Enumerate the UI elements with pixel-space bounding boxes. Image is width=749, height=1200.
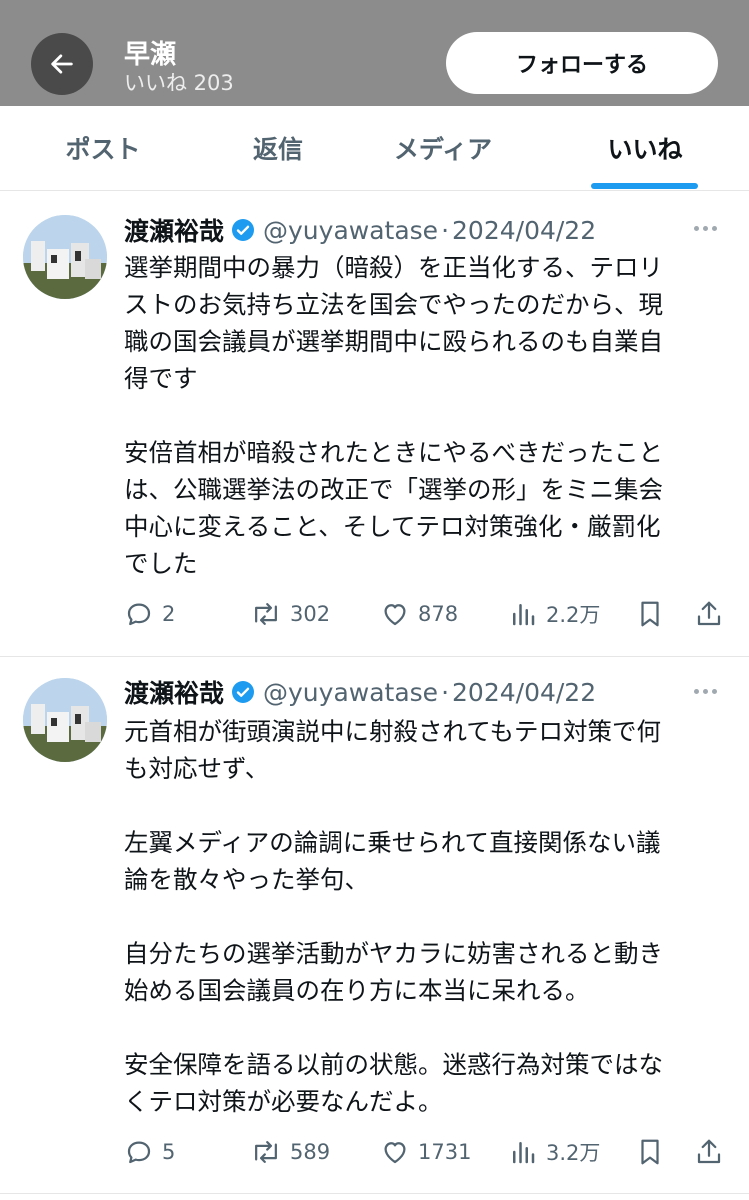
repost-icon: [255, 603, 277, 625]
post-line: 中心に変えること、そしてテロ対策強化・厳罰化: [124, 512, 661, 541]
author-name[interactable]: 渡瀬裕哉: [124, 212, 224, 248]
tab-likes[interactable]: いいね: [570, 106, 720, 190]
post-line: 元首相が街頭演説中に射殺されてもテロ対策で何: [124, 717, 662, 746]
meta-separator: ·: [441, 215, 450, 245]
post-line: 自分たちの選挙活動がヤカラに妨害されると動き: [124, 939, 663, 968]
post-line: 選挙期間中の暴力（暗殺）を正当化する、テロリ: [124, 253, 663, 282]
post-line: 始める国会議員の在り方に本当に呆れる。: [124, 976, 590, 1005]
avatar-image: [23, 678, 107, 762]
post-meta: 渡瀬裕哉 @yuyawatase · 2024/04/22: [124, 674, 596, 710]
share-button[interactable]: [694, 1132, 724, 1172]
reply-icon: [127, 603, 151, 626]
post-line: 職の国会議員が選挙期間中に殴られるのも自業自: [124, 327, 663, 356]
avatar[interactable]: [23, 215, 107, 299]
post-line: でした: [124, 549, 198, 578]
repost-count: 589: [290, 1140, 331, 1164]
profile-tabs: ポスト 返信 メディア いいね: [0, 106, 749, 191]
view-count: 2.2万: [546, 603, 601, 627]
post-line: くテロ対策が必要なんだよ。: [124, 1087, 443, 1116]
follow-button[interactable]: フォローする: [446, 32, 718, 94]
repost-button[interactable]: 589: [250, 1132, 330, 1172]
heart-icon: [384, 604, 406, 626]
more-options-icon[interactable]: [694, 226, 717, 231]
post-line: 安全保障を語る以前の状態。迷惑行為対策ではな: [124, 1050, 663, 1079]
bookmark-icon: [641, 1139, 659, 1165]
back-button[interactable]: [31, 33, 93, 95]
reply-count: 2: [162, 602, 176, 626]
share-button[interactable]: [694, 594, 724, 634]
avatar-image: [23, 215, 107, 299]
post-date[interactable]: 2024/04/22: [452, 216, 596, 245]
verified-badge-icon: [231, 680, 255, 704]
tab-posts[interactable]: ポスト: [28, 106, 178, 190]
author-handle[interactable]: @yuyawatase: [263, 678, 438, 707]
back-arrow-icon: [51, 54, 73, 74]
reply-button[interactable]: 2: [124, 594, 175, 634]
post-divider: [0, 1193, 749, 1194]
share-icon: [697, 601, 721, 626]
views-button[interactable]: 3.2万: [508, 1132, 600, 1172]
post-line: 安倍首相が暗殺されたときにやるべきだったこと: [124, 438, 663, 467]
heart-icon: [384, 1142, 406, 1164]
post-text: 選挙期間中の暴力（暗殺）を正当化する、テロリ ストのお気持ち立法を国会でやったの…: [124, 249, 724, 582]
post-divider: [0, 656, 749, 657]
reply-button[interactable]: 5: [124, 1132, 175, 1172]
author-handle[interactable]: @yuyawatase: [263, 216, 438, 245]
profile-header: 早瀬 いいね 203 フォローする: [0, 0, 749, 106]
view-count: 3.2万: [546, 1141, 601, 1165]
views-button[interactable]: 2.2万: [508, 594, 600, 634]
post-date[interactable]: 2024/04/22: [452, 678, 596, 707]
post-line: 論を散々やった挙句、: [124, 865, 369, 894]
tab-media[interactable]: メディア: [368, 106, 518, 190]
verified-badge-icon: [231, 218, 255, 242]
post-line: は、公職選挙法の改正で「選挙の形」をミニ集会: [124, 475, 663, 504]
views-chart-icon: [513, 1142, 535, 1164]
bookmark-button[interactable]: [636, 1132, 664, 1172]
like-count: 878: [418, 602, 459, 626]
meta-separator: ·: [441, 677, 450, 707]
reply-icon: [127, 1141, 151, 1164]
like-button[interactable]: 878: [380, 594, 458, 634]
post-actions: 2 302 878 2.2万: [0, 594, 749, 634]
repost-icon: [255, 1141, 277, 1163]
avatar[interactable]: [23, 678, 107, 762]
post-line: ストのお気持ち立法を国会でやったのだから、現: [124, 290, 663, 319]
bookmark-icon: [641, 601, 659, 627]
tab-replies[interactable]: 返信: [203, 106, 353, 190]
repost-count: 302: [290, 602, 331, 626]
post-actions: 5 589 1731 3.2万: [0, 1132, 749, 1172]
bookmark-button[interactable]: [636, 594, 664, 634]
repost-button[interactable]: 302: [250, 594, 330, 634]
post-text: 元首相が街頭演説中に射殺されてもテロ対策で何 も対応せず、 左翼メディアの論調に…: [124, 713, 724, 1120]
post-line: も対応せず、: [124, 754, 270, 783]
share-icon: [697, 1139, 721, 1164]
more-options-icon[interactable]: [694, 689, 717, 694]
likes-count: いいね 203: [124, 71, 234, 95]
like-count: 1731: [418, 1140, 472, 1164]
views-chart-icon: [513, 604, 535, 626]
reply-count: 5: [162, 1140, 176, 1164]
profile-name: 早瀬: [124, 40, 177, 70]
active-tab-indicator: [591, 183, 698, 189]
post-line: 左翼メディアの論調に乗せられて直接関係ない議: [124, 828, 661, 857]
like-button[interactable]: 1731: [380, 1132, 471, 1172]
post-meta: 渡瀬裕哉 @yuyawatase · 2024/04/22: [124, 212, 596, 248]
post-line: 得です: [124, 364, 198, 393]
author-name[interactable]: 渡瀬裕哉: [124, 674, 224, 710]
